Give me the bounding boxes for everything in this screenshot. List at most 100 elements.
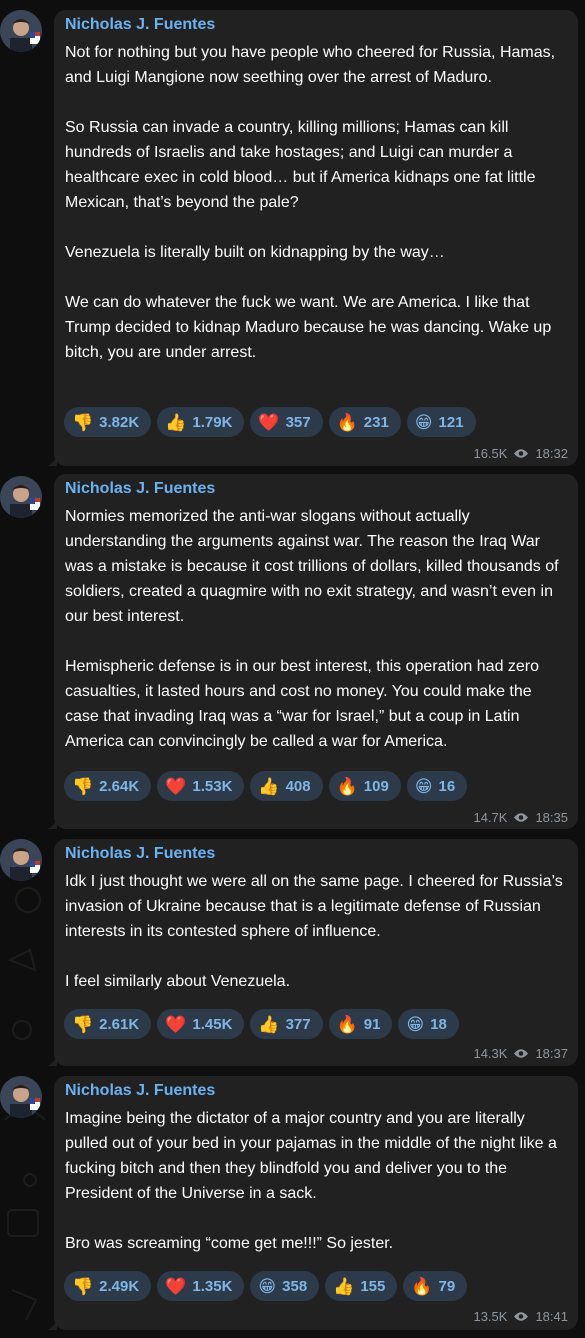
reaction-count: 1.53K <box>192 777 233 795</box>
reaction-count: 1.79K <box>192 413 233 431</box>
message-meta: 14.3K 18:37 <box>473 1046 568 1061</box>
view-count: 14.7K <box>473 810 508 825</box>
eye-icon <box>514 1312 529 1321</box>
heart-icon: ❤️ <box>165 1014 187 1034</box>
message-bubble: Nicholas J. Fuentes Idk I just thought w… <box>47 839 578 1066</box>
reaction-count: 377 <box>285 1015 311 1033</box>
fire-icon: 🔥 <box>336 1014 358 1034</box>
reaction-thumbs-down[interactable]: 👎 2.61K <box>64 1009 152 1039</box>
reaction-thumbs-up[interactable]: 👍 377 <box>250 1009 323 1039</box>
reaction-fire[interactable]: 🔥 79 <box>403 1271 468 1301</box>
reaction-heart[interactable]: ❤️ 1.35K <box>157 1271 245 1301</box>
paragraph: Idk I just thought we were all on the sa… <box>65 873 563 940</box>
reactions-bar: 👎 2.64K ❤️ 1.53K 👍 408 🔥 109 😁 16 <box>64 771 468 801</box>
grin-icon: 😁 <box>414 776 433 796</box>
message-text: Normies memorized the anti-war slogans w… <box>65 504 565 754</box>
thumbs-down-icon: 👎 <box>72 1014 94 1034</box>
reaction-count: 2.49K <box>99 1277 140 1295</box>
grin-icon: 😁 <box>406 1014 425 1034</box>
thumbs-up-icon: 👍 <box>333 1276 355 1296</box>
message-4: Nicholas J. Fuentes Imagine being the di… <box>0 1070 585 1338</box>
reaction-thumbs-down[interactable]: 👎 2.49K <box>64 1271 152 1301</box>
fire-icon: 🔥 <box>336 776 358 796</box>
reaction-count: 2.61K <box>99 1015 140 1033</box>
reaction-count: 155 <box>360 1277 386 1295</box>
eye-icon <box>514 449 529 458</box>
timestamp: 18:35 <box>535 810 568 825</box>
reaction-count: 408 <box>285 777 311 795</box>
reaction-count: 18 <box>430 1015 447 1033</box>
reaction-count: 16 <box>438 777 456 795</box>
reaction-count: 79 <box>438 1277 456 1295</box>
thumbs-up-icon: 👍 <box>258 1014 280 1034</box>
fire-icon: 🔥 <box>411 1276 433 1296</box>
heart-icon: ❤️ <box>165 1276 187 1296</box>
reactions-bar: 👎 3.82K 👍 1.79K ❤️ 357 🔥 231 😁 121 <box>64 407 476 437</box>
reaction-count: 2.64K <box>99 777 140 795</box>
reaction-count: 91 <box>363 1015 381 1033</box>
reaction-count: 1.45K <box>192 1015 233 1033</box>
timestamp: 18:37 <box>535 1046 568 1061</box>
message-meta: 13.5K 18:41 <box>473 1309 568 1324</box>
paragraph: So Russia can invade a country, killing … <box>65 119 536 211</box>
paragraph: Normies memorized the anti-war slogans w… <box>65 508 559 625</box>
reaction-heart[interactable]: ❤️ 1.53K <box>157 771 245 801</box>
reaction-count: 1.35K <box>192 1277 233 1295</box>
avatar[interactable] <box>0 476 42 518</box>
thumbs-down-icon: 👎 <box>72 412 94 432</box>
author-name[interactable]: Nicholas J. Fuentes <box>65 1082 215 1100</box>
reaction-count: 358 <box>282 1277 308 1295</box>
thumbs-up-icon: 👍 <box>258 776 280 796</box>
reaction-grin[interactable]: 😁 358 <box>250 1271 320 1301</box>
reaction-thumbs-down[interactable]: 👎 2.64K <box>64 771 152 801</box>
message-meta: 16.5K 18:32 <box>473 446 568 461</box>
fire-icon: 🔥 <box>336 412 358 432</box>
reaction-grin[interactable]: 😁 18 <box>398 1009 459 1039</box>
view-count: 14.3K <box>473 1046 508 1061</box>
author-name[interactable]: Nicholas J. Fuentes <box>65 845 215 863</box>
message-meta: 14.7K 18:35 <box>473 810 568 825</box>
paragraph: Not for nothing but you have people who … <box>65 44 556 86</box>
timestamp: 18:32 <box>535 446 568 461</box>
message-text: Not for nothing but you have people who … <box>65 40 565 365</box>
reaction-heart[interactable]: ❤️ 1.45K <box>157 1009 245 1039</box>
paragraph: Imagine being the dictator of a major co… <box>65 1110 557 1202</box>
thumbs-down-icon: 👎 <box>72 1276 94 1296</box>
paragraph: Venezuela is literally built on kidnappi… <box>65 244 445 261</box>
avatar[interactable] <box>0 10 42 52</box>
message-bubble: Nicholas J. Fuentes Normies memorized th… <box>47 474 578 829</box>
author-name[interactable]: Nicholas J. Fuentes <box>65 16 215 34</box>
message-text: Imagine being the dictator of a major co… <box>65 1106 565 1256</box>
eye-icon <box>514 1049 529 1058</box>
paragraph: I feel similarly about Venezuela. <box>65 973 291 990</box>
reaction-grin[interactable]: 😁 16 <box>406 771 468 801</box>
reaction-count: 3.82K <box>99 413 140 431</box>
message-3: Nicholas J. Fuentes Idk I just thought w… <box>0 833 585 1070</box>
paragraph: Bro was screaming “come get me!!!” So je… <box>65 1235 394 1252</box>
avatar[interactable] <box>0 1076 42 1118</box>
author-name[interactable]: Nicholas J. Fuentes <box>65 480 215 498</box>
reaction-grin[interactable]: 😁 121 <box>406 407 476 437</box>
reaction-fire[interactable]: 🔥 91 <box>328 1009 393 1039</box>
paragraph: Hemispheric defense is in our best inter… <box>65 658 540 750</box>
message-bubble: Nicholas J. Fuentes Imagine being the di… <box>47 1076 578 1330</box>
reaction-count: 231 <box>363 413 389 431</box>
reactions-bar: 👎 2.61K ❤️ 1.45K 👍 377 🔥 91 😁 18 <box>64 1009 459 1039</box>
thumbs-up-icon: 👍 <box>165 412 187 432</box>
reactions-bar: 👎 2.49K ❤️ 1.35K 😁 358 👍 155 🔥 79 <box>64 1271 468 1301</box>
message-1: Nicholas J. Fuentes Not for nothing but … <box>0 0 585 468</box>
reaction-fire[interactable]: 🔥 109 <box>328 771 401 801</box>
reaction-thumbs-down[interactable]: 👎 3.82K <box>64 407 152 437</box>
reaction-thumbs-up[interactable]: 👍 155 <box>325 1271 398 1301</box>
thumbs-down-icon: 👎 <box>72 776 94 796</box>
reaction-heart[interactable]: ❤️ 357 <box>250 407 323 437</box>
paragraph: We can do whatever the fuck we want. We … <box>65 294 552 361</box>
reaction-fire[interactable]: 🔥 231 <box>328 407 401 437</box>
message-text: Idk I just thought we were all on the sa… <box>65 869 565 994</box>
avatar[interactable] <box>0 839 42 881</box>
heart-icon: ❤️ <box>165 776 187 796</box>
reaction-thumbs-up[interactable]: 👍 1.79K <box>157 407 245 437</box>
reaction-count: 121 <box>438 413 464 431</box>
reaction-thumbs-up[interactable]: 👍 408 <box>250 771 323 801</box>
view-count: 16.5K <box>473 446 508 461</box>
